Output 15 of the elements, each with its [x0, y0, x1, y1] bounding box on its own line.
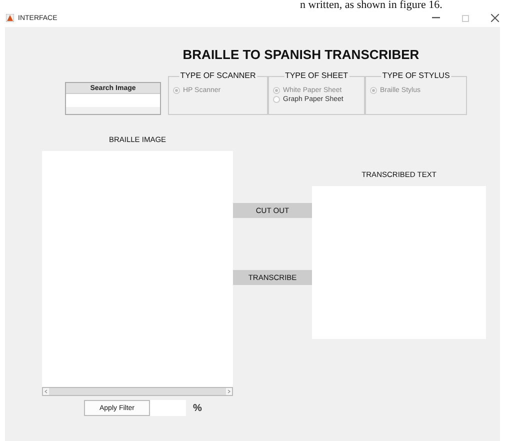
- group-title: TYPE OF STYLUS: [381, 71, 451, 80]
- app-icon: [6, 14, 14, 22]
- app-heading: BRAILLE TO SPANISH TRANSCRIBER: [182, 47, 420, 62]
- group-title: TYPE OF SCANNER: [179, 71, 257, 80]
- document-text: n written, as shown in figure 16.: [299, 0, 444, 11]
- scroll-bar[interactable]: [42, 387, 233, 396]
- close-icon[interactable]: [491, 14, 499, 22]
- image-path-field[interactable]: [66, 94, 160, 107]
- minimize-icon[interactable]: [432, 17, 440, 19]
- percent-sign: %: [193, 402, 202, 414]
- scroll-right-icon[interactable]: [226, 388, 232, 395]
- scroll-left-icon[interactable]: [43, 388, 49, 395]
- filter-field[interactable]: [150, 400, 186, 416]
- group-title: TYPE OF SHEET: [284, 71, 350, 80]
- maximize-icon[interactable]: [462, 14, 469, 22]
